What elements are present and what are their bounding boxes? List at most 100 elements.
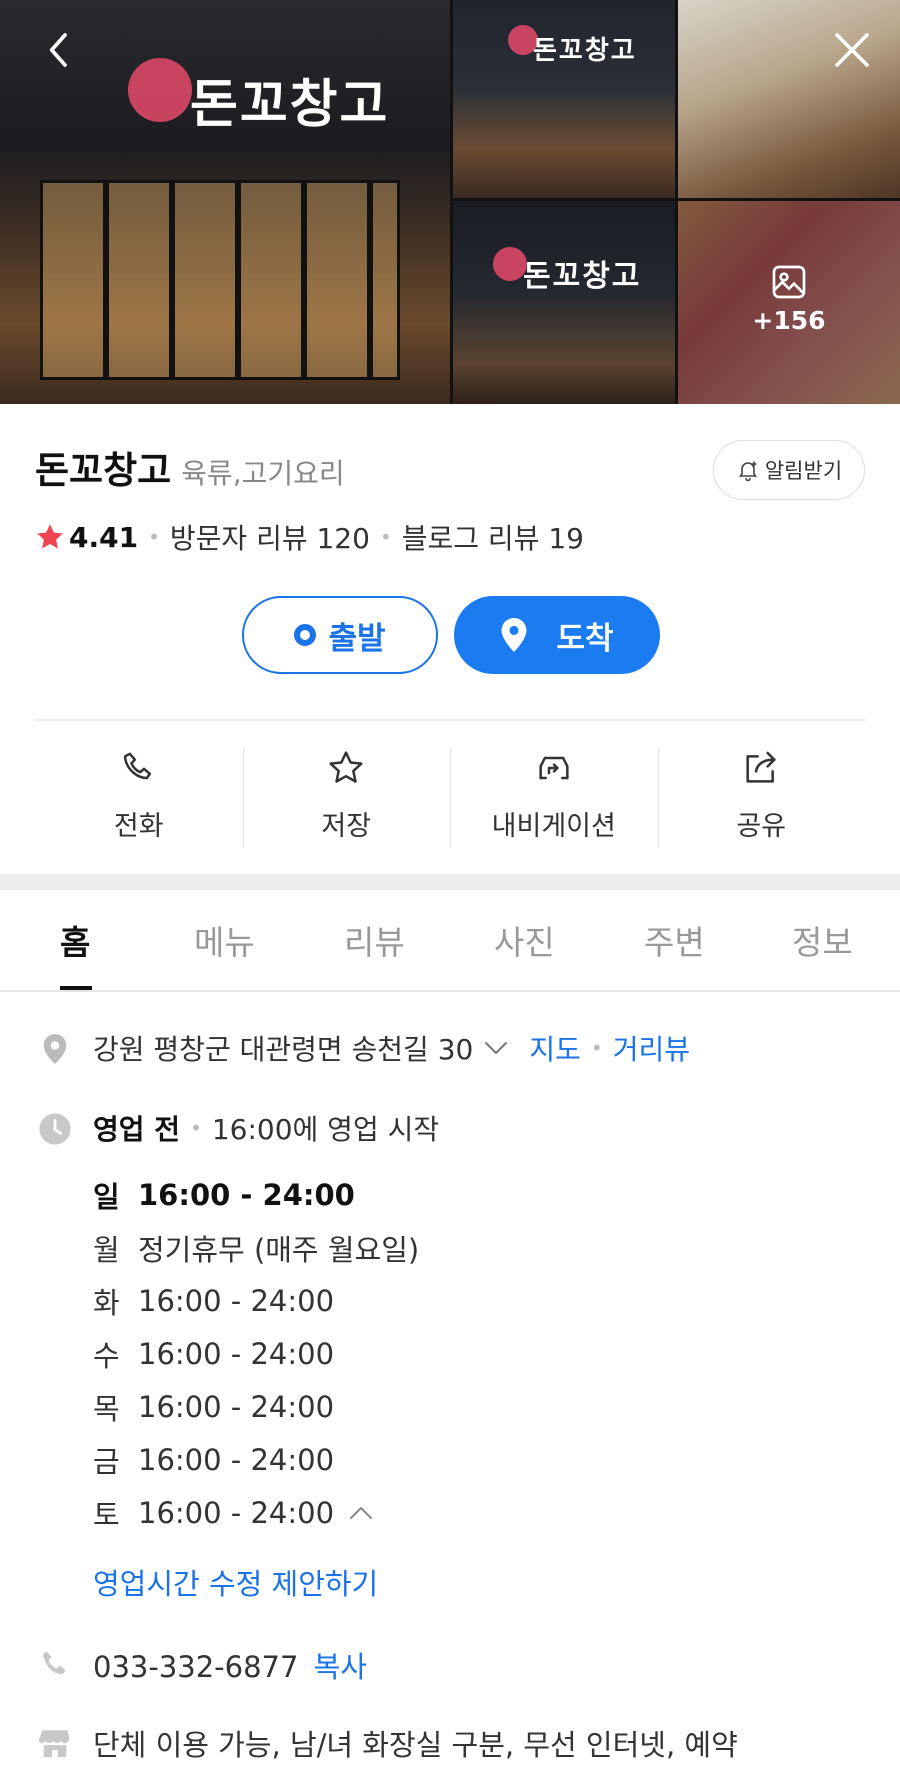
storefront-sign: 돈꼬창고 (533, 36, 637, 66)
start-point-icon (294, 624, 317, 646)
map-link[interactable]: 지도 (529, 1028, 581, 1068)
separator-dot: • (590, 1036, 603, 1060)
back-button[interactable] (38, 28, 82, 72)
hours-row-sun: 일 16:00 - 24:00 (93, 1168, 419, 1221)
chevron-down-icon[interactable] (481, 1033, 511, 1063)
navigation-car-icon (539, 756, 569, 780)
bell-plus-icon (738, 461, 757, 482)
storefront-doors (40, 180, 400, 380)
gallery-photo-2[interactable]: 돈꼬창고 (453, 0, 675, 198)
hours-row-tue: 화 16:00 - 24:00 (93, 1274, 419, 1327)
tab-nearby[interactable]: 주변 (644, 916, 705, 964)
directions-end-label: 도착 (556, 620, 614, 657)
storefront-sign: 돈꼬창고 (523, 259, 642, 294)
tab-bar: 홈 메뉴 리뷰 사진 주변 정보 (0, 890, 900, 992)
hours-time: 16:00 - 24:00 (138, 1177, 355, 1212)
phone-icon (123, 752, 151, 780)
address-row: 강원 평창군 대관령면 송천길 30 지도 • 거리뷰 (93, 1028, 690, 1068)
hours-row-wed: 수 16:00 - 24:00 (93, 1327, 419, 1380)
hours-day: 일 (93, 1179, 120, 1214)
tab-reviews[interactable]: 리뷰 (344, 916, 405, 964)
navigation-button[interactable]: 내비게이션 (450, 740, 658, 850)
separator-dot: • (190, 1116, 202, 1140)
star-outline-icon (329, 751, 363, 783)
sign-logo-mark (128, 58, 192, 122)
more-photos-count: +156 (752, 306, 826, 335)
place-name: 돈꼬창고 (35, 449, 172, 492)
clock-icon (39, 1113, 71, 1145)
divider (35, 719, 865, 721)
tab-photos[interactable]: 사진 (494, 916, 555, 964)
hours-row-fri: 금 16:00 - 24:00 (93, 1433, 419, 1486)
star-filled-icon (37, 524, 63, 549)
place-category: 육류,고기요리 (181, 457, 345, 490)
hours-day: 수 (93, 1338, 120, 1373)
image-icon (772, 265, 806, 299)
blog-reviews-link[interactable]: 블로그 리뷰 19 (402, 517, 584, 557)
business-status-note: 16:00에 영업 시작 (211, 1113, 440, 1146)
place-title-row: 돈꼬창고 육류,고기요리 (35, 440, 345, 494)
more-photos-overlay: +156 (678, 201, 900, 404)
close-icon (835, 33, 869, 67)
hours-day: 목 (93, 1391, 120, 1426)
hours-day: 화 (93, 1285, 120, 1320)
share-label: 공유 (736, 811, 787, 842)
tab-menu[interactable]: 메뉴 (194, 916, 255, 964)
share-button[interactable]: 공유 (657, 740, 866, 850)
suggest-hours-edit-link[interactable]: 영업시간 수정 제안하기 (93, 1561, 378, 1603)
hours-time: 정기휴무 (매주 월요일) (138, 1232, 420, 1267)
active-tab-indicator (60, 986, 92, 990)
section-separator (0, 874, 900, 890)
business-hours-list: 일 16:00 - 24:00 월 정기휴무 (매주 월요일) 화 16:00 … (93, 1168, 419, 1539)
alarm-subscribe-label: 알림받기 (764, 459, 843, 483)
hours-row-mon: 월 정기휴무 (매주 월요일) (93, 1221, 419, 1274)
hours-day: 금 (93, 1444, 120, 1479)
navigation-label: 내비게이션 (491, 811, 616, 842)
amenities-row: 단체 이용 가능, 남/녀 화장실 구분, 무선 인터넷, 예약 (93, 1728, 738, 1762)
hours-time: 16:00 - 24:00 (138, 1442, 335, 1477)
save-button[interactable]: 저장 (242, 740, 451, 850)
directions-start-button[interactable]: 출발 (242, 596, 438, 674)
save-label: 저장 (321, 811, 372, 842)
share-icon (746, 751, 776, 783)
hours-time: 16:00 - 24:00 (138, 1495, 335, 1530)
gallery-photo-more[interactable]: +156 (678, 201, 900, 404)
roadview-link[interactable]: 거리뷰 (613, 1028, 690, 1068)
location-pin-icon (43, 1034, 67, 1064)
rating-row: 4.41 • 방문자 리뷰 120 • 블로그 리뷰 19 (35, 517, 584, 557)
phone-row: 033-332-6877 복사 (93, 1644, 367, 1686)
chevron-left-icon (49, 33, 67, 67)
tab-info[interactable]: 정보 (792, 916, 853, 964)
rating-score: 4.41 (69, 520, 139, 554)
storefront-sign: 돈꼬창고 (190, 75, 390, 135)
hours-time: 16:00 - 24:00 (138, 1336, 335, 1371)
action-bar: 전화 저장 내비게이션 공유 (35, 740, 865, 850)
business-status: 영업 전 (93, 1113, 181, 1146)
tab-home[interactable]: 홈 (60, 916, 90, 964)
separator-dot: • (148, 525, 160, 549)
phone-number[interactable]: 033-332-6877 (93, 1650, 298, 1684)
hours-day: 토 (93, 1497, 120, 1532)
hours-time: 16:00 - 24:00 (138, 1389, 335, 1424)
hours-time: 16:00 - 24:00 (138, 1283, 335, 1318)
store-icon (38, 1730, 70, 1758)
alarm-subscribe-button[interactable]: 알림받기 (713, 440, 865, 500)
call-button[interactable]: 전화 (35, 740, 243, 850)
directions-start-label: 출발 (328, 620, 386, 657)
hours-day: 월 (93, 1232, 120, 1267)
chevron-up-icon[interactable] (346, 1498, 376, 1528)
phone-icon (42, 1651, 66, 1675)
directions-end-button[interactable]: 도착 (454, 596, 660, 674)
separator-dot: • (379, 525, 392, 549)
visitor-reviews-link[interactable]: 방문자 리뷰 120 (170, 517, 370, 557)
location-pin-icon (502, 618, 527, 652)
address-text[interactable]: 강원 평창군 대관령면 송천길 30 (93, 1028, 473, 1068)
copy-phone-button[interactable]: 복사 (314, 1650, 367, 1684)
business-status-row: 영업 전 • 16:00에 영업 시작 (93, 1108, 439, 1148)
call-label: 전화 (113, 811, 164, 842)
hours-row-thu: 목 16:00 - 24:00 (93, 1380, 419, 1433)
gallery-photo-4[interactable]: 돈꼬창고 (453, 201, 675, 404)
photo-gallery: 돈꼬창고 돈꼬창고 돈꼬창고 +156 (0, 0, 900, 404)
close-button[interactable] (830, 28, 874, 72)
hours-row-sat: 토 16:00 - 24:00 (93, 1486, 419, 1539)
